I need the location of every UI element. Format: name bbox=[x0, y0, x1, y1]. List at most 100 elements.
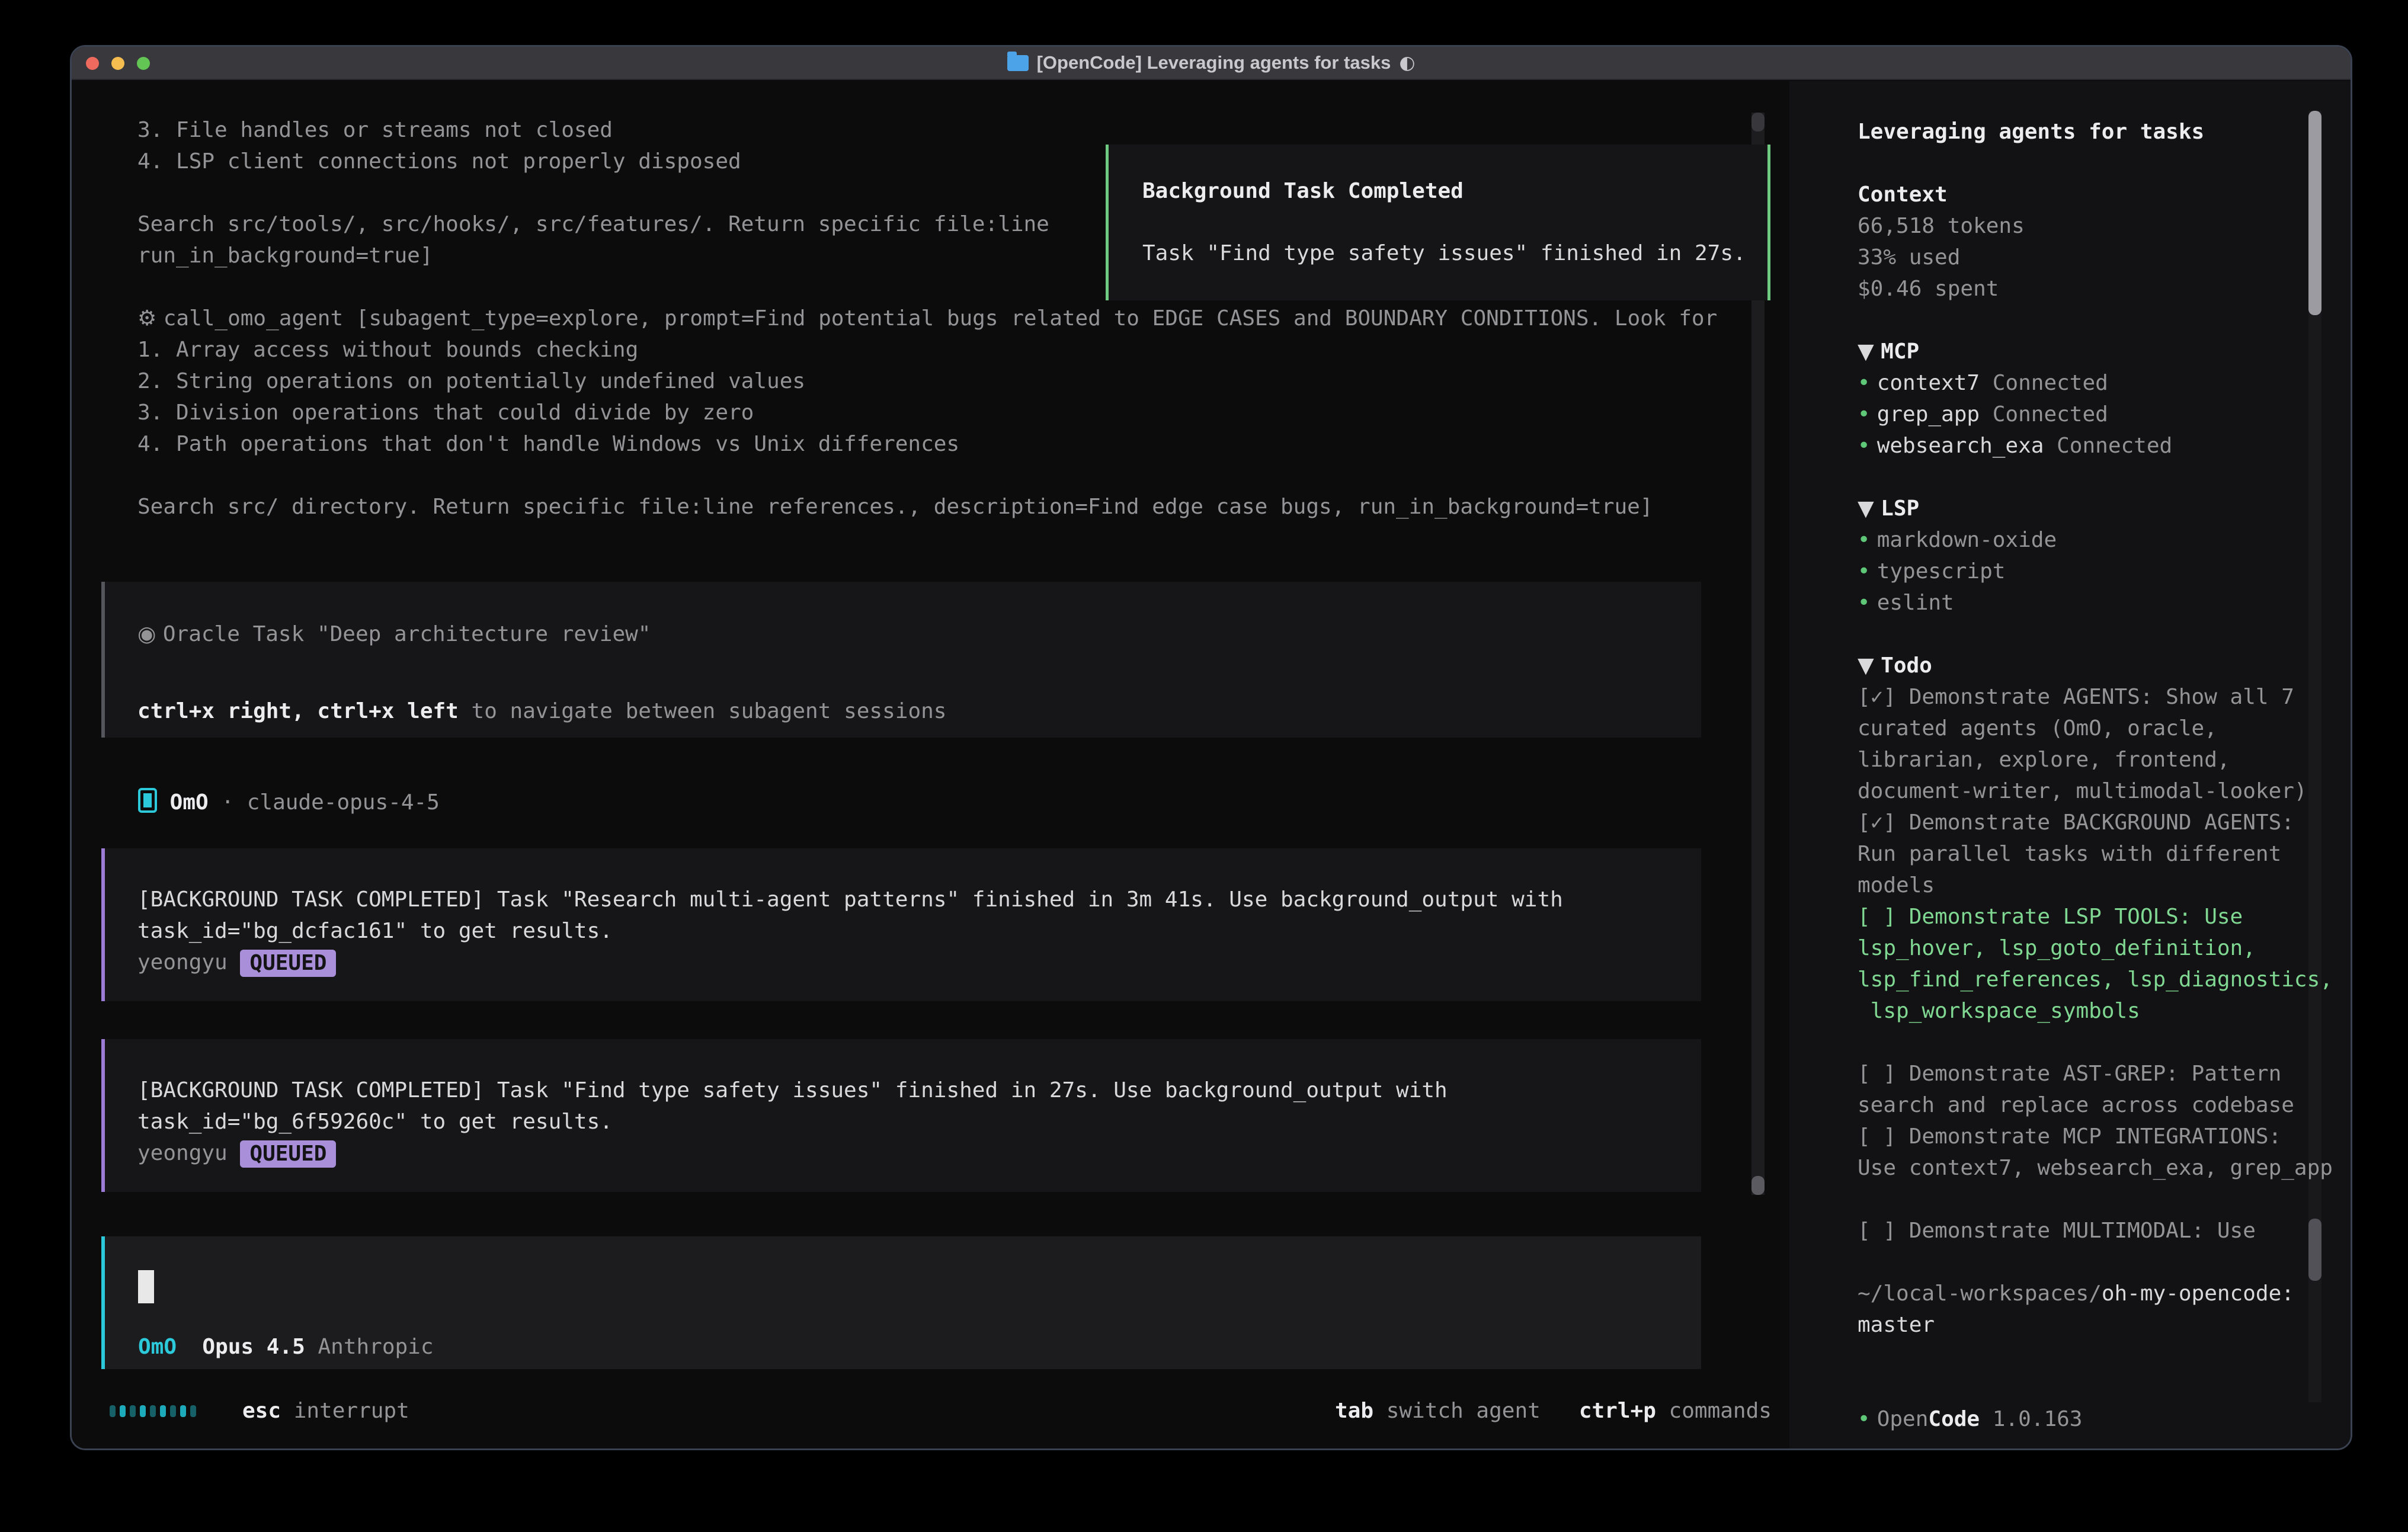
text-segment: [BACKGROUND TASK COMPLETED] Task "Find t… bbox=[137, 1078, 1448, 1102]
close-button[interactable] bbox=[86, 57, 99, 70]
bullet-icon: • bbox=[1858, 371, 1877, 395]
input-cursor bbox=[138, 1270, 154, 1303]
text-segment: 66,518 tokens bbox=[1858, 214, 2025, 238]
spinner-dot bbox=[170, 1405, 176, 1417]
text-segment: Open bbox=[1877, 1407, 1929, 1431]
text-segment: to navigate between subagent sessions bbox=[459, 699, 947, 723]
sidebar-scrollbar-thumb[interactable] bbox=[2308, 111, 2321, 315]
spinner-dot bbox=[180, 1405, 186, 1417]
model-indicator: OmO Opus 4.5 Anthropic bbox=[138, 1331, 434, 1363]
background-task-box-1: [BACKGROUND TASK COMPLETED] Task "Resear… bbox=[101, 848, 1701, 1001]
text-segment: 4. Path operations that don't handle Win… bbox=[137, 432, 959, 456]
zoom-button[interactable] bbox=[137, 57, 150, 70]
titlebar[interactable]: [OpenCode] Leveraging agents for tasks ◐ bbox=[72, 47, 2351, 80]
sidebar-line: [ ] Demonstrate MULTIMODAL: Use bbox=[1858, 1215, 2308, 1246]
terminal-line: 3. Division operations that could divide… bbox=[137, 397, 1737, 428]
oracle-box-line: ctrl+x right, ctrl+x left to navigate be… bbox=[137, 692, 946, 730]
spinner-dot bbox=[150, 1405, 156, 1417]
collapse-triangle-icon: ▼ bbox=[1858, 339, 1881, 364]
sidebar-line: $0.46 spent bbox=[1858, 273, 2308, 305]
text-segment: Code bbox=[1928, 1407, 1980, 1431]
text-segment: ctrl+p bbox=[1579, 1399, 1656, 1423]
omo-agent-header[interactable]: OmO · claude-opus-4-5 bbox=[138, 787, 440, 818]
traffic-lights bbox=[86, 47, 150, 80]
text-segment: 1. Array access without bounds checking bbox=[137, 338, 638, 362]
text-segment: [ ] Demonstrate AST-GREP: Pattern bbox=[1858, 1062, 2281, 1086]
text-segment: Use context7, websearch_exa, grep_app bbox=[1858, 1156, 2333, 1180]
sidebar-line bbox=[1858, 618, 2308, 650]
mcp-section-header[interactable]: ▼ MCP bbox=[1858, 336, 2308, 367]
sidebar-line bbox=[1858, 1372, 2308, 1403]
terminal-line: 2. String operations on potentially unde… bbox=[137, 366, 1737, 397]
sidebar-line: [ ] Demonstrate AST-GREP: Pattern bbox=[1858, 1058, 2308, 1089]
status-hint: tab switch agent ctrl+p commands bbox=[1335, 1395, 1772, 1427]
task-box-line: [BACKGROUND TASK COMPLETED] Task "Resear… bbox=[137, 884, 1563, 915]
text-segment: curated agents (OmO, oracle, bbox=[1858, 716, 2217, 741]
text-segment: eslint bbox=[1877, 591, 1954, 615]
text-segment: 4. LSP client connections not properly d… bbox=[137, 149, 741, 174]
text-segment: search and replace across codebase bbox=[1858, 1093, 2294, 1117]
minimize-button[interactable] bbox=[111, 57, 124, 70]
text-segment: commands bbox=[1656, 1399, 1772, 1423]
text-segment: ctrl+x right, ctrl+x left bbox=[137, 699, 459, 723]
lsp-section-header[interactable]: ▼ LSP bbox=[1858, 493, 2308, 524]
text-segment: 1.0.163 bbox=[1980, 1407, 2082, 1431]
text-segment: 3. File handles or streams not closed bbox=[137, 118, 613, 142]
text-segment: models bbox=[1858, 873, 1935, 898]
text-segment: Connected bbox=[1980, 402, 2108, 427]
background-task-box-2: [BACKGROUND TASK COMPLETED] Task "Find t… bbox=[101, 1039, 1701, 1192]
todo-section-header[interactable]: ▼ Todo bbox=[1858, 650, 2308, 681]
text-segment: Connected bbox=[1980, 371, 2108, 395]
sidebar-line: librarian, explore, frontend, bbox=[1858, 744, 2308, 775]
keyboard-hints: tab switch agent ctrl+p commands bbox=[1335, 1395, 1772, 1427]
sidebar-line bbox=[1858, 1246, 2308, 1278]
task-box-line: yeongyu QUEUED bbox=[137, 1137, 1448, 1169]
spinner bbox=[110, 1395, 200, 1427]
bullet-icon: • bbox=[1858, 528, 1877, 552]
queued-badge: QUEUED bbox=[240, 1140, 336, 1168]
main-scrollbar-thumb-top[interactable] bbox=[1751, 113, 1765, 132]
sidebar-line: • markdown-oxide bbox=[1858, 524, 2308, 556]
bullet-icon: • bbox=[1858, 402, 1877, 427]
spinner-dot bbox=[120, 1405, 126, 1417]
text-segment: 3. Division operations that could divide… bbox=[137, 400, 754, 425]
text-segment: claude-opus-4-5 bbox=[247, 790, 440, 815]
text-segment bbox=[305, 1335, 318, 1359]
spinner-dot bbox=[140, 1405, 146, 1417]
notification-body: Task "Find type safety issues" finished … bbox=[1142, 238, 1746, 269]
task-box-line: task_id="bg_6f59260c" to get results. bbox=[137, 1106, 1448, 1137]
sidebar-line: [✓] Demonstrate BACKGROUND AGENTS: bbox=[1858, 807, 2308, 838]
text-segment: [✓] Demonstrate AGENTS: Show all 7 bbox=[1858, 685, 2294, 709]
workspace-path: ~/local-workspaces/oh-my-opencode: bbox=[1858, 1278, 2308, 1309]
git-branch: master bbox=[1858, 1309, 2308, 1341]
spinner-dot bbox=[190, 1405, 196, 1417]
todo-scrollbar-thumb[interactable] bbox=[2308, 1219, 2321, 1281]
text-segment: task_id="bg_6f59260c" to get results. bbox=[137, 1110, 613, 1134]
sidebar-line: curated agents (OmO, oracle, bbox=[1858, 713, 2308, 744]
prompt-input-box[interactable]: OmO Opus 4.5 Anthropic bbox=[101, 1236, 1701, 1369]
sidebar-line bbox=[1858, 305, 2308, 336]
text-segment: markdown-oxide bbox=[1877, 528, 2057, 552]
text-segment: OmO bbox=[157, 790, 209, 815]
sidebar-line: • context7 Connected bbox=[1858, 367, 2308, 399]
sidebar-line: • typescript bbox=[1858, 556, 2308, 587]
text-segment: Leveraging agents for tasks bbox=[1858, 120, 2204, 144]
bullet-icon: • bbox=[1858, 591, 1877, 615]
text-segment: Context bbox=[1858, 182, 1948, 207]
text-segment: Connected bbox=[2044, 434, 2172, 458]
sidebar-line: Run parallel tasks with different bbox=[1858, 838, 2308, 870]
sidebar-line: search and replace across codebase bbox=[1858, 1089, 2308, 1121]
sidebar-line bbox=[1858, 1184, 2308, 1215]
task-box-line: [BACKGROUND TASK COMPLETED] Task "Find t… bbox=[137, 1075, 1448, 1106]
main-scrollbar-thumb[interactable] bbox=[1751, 1176, 1765, 1195]
gear-icon: ⚙ bbox=[137, 306, 164, 331]
terminal-line bbox=[137, 460, 1737, 491]
sidebar-title: Leveraging agents for tasks bbox=[1858, 116, 2308, 148]
sidebar-line: 33% used bbox=[1858, 242, 2308, 273]
sidebar-line: • eslint bbox=[1858, 587, 2308, 618]
sidebar-line: models bbox=[1858, 870, 2308, 901]
text-segment: Run parallel tasks with different bbox=[1858, 842, 2281, 866]
text-segment: context7 bbox=[1877, 371, 1980, 395]
text-segment: [ ] Demonstrate MCP INTEGRATIONS: bbox=[1858, 1124, 2281, 1149]
sidebar-line: lsp_workspace_symbols bbox=[1858, 995, 2308, 1027]
